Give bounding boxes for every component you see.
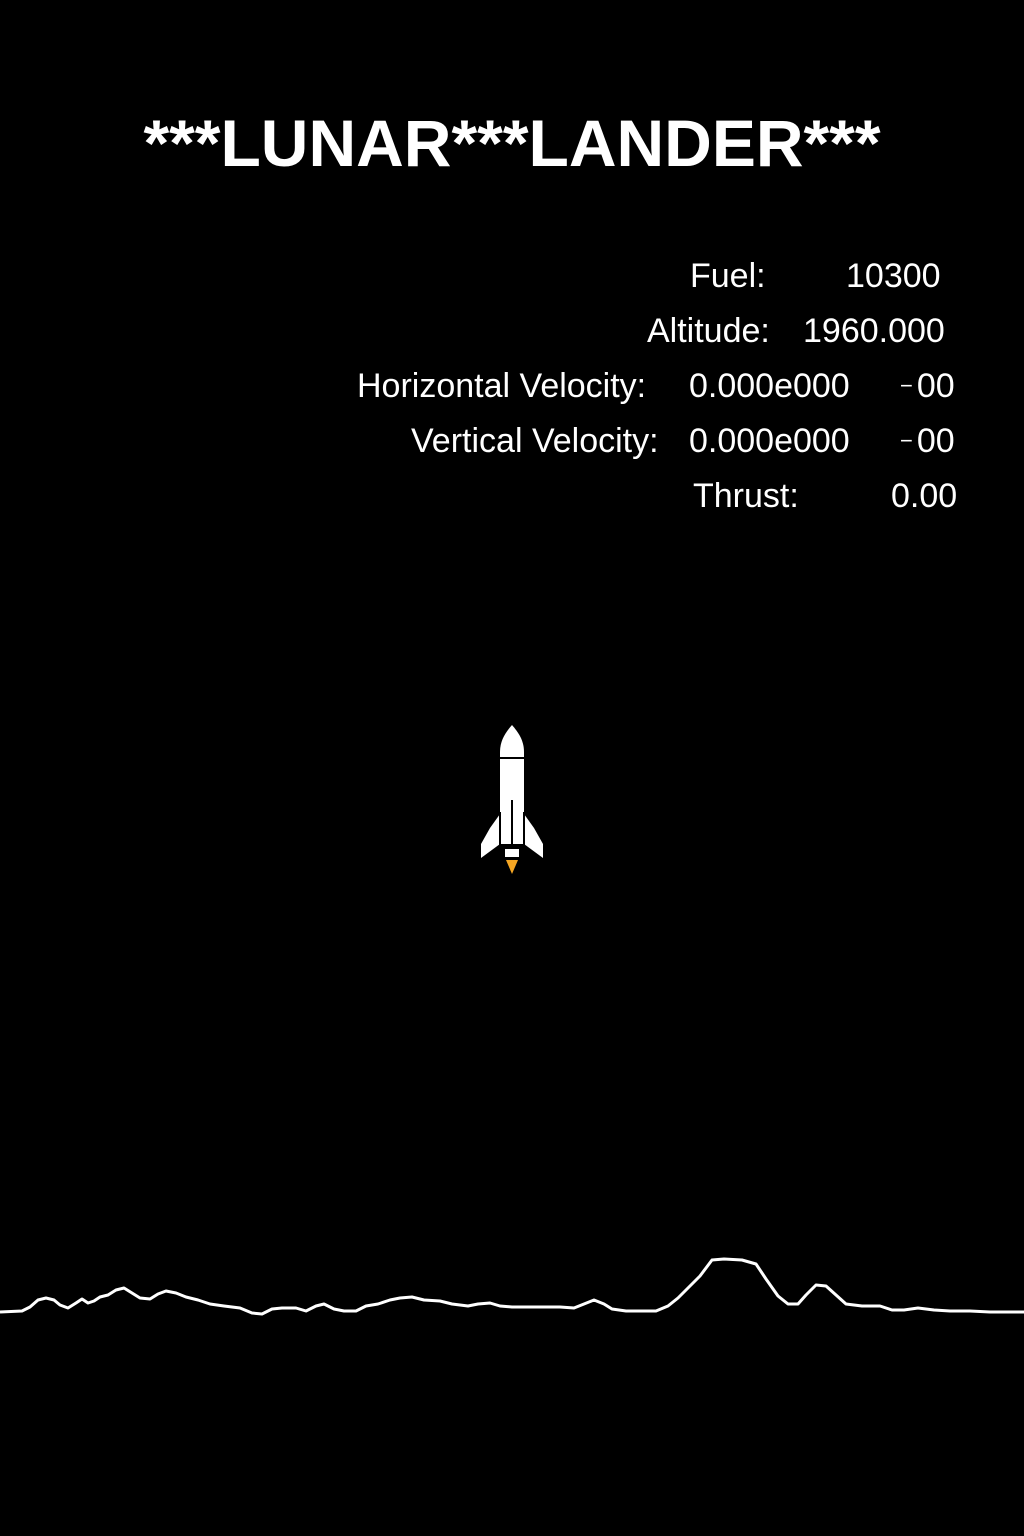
lunar-terrain — [0, 1257, 1024, 1316]
thrust-value: 0.00 — [891, 477, 958, 515]
fuel-label: Fuel: — [690, 257, 766, 295]
fuel-value: 10300 — [846, 257, 941, 295]
horizontal-velocity-value: 0.000e000 — [689, 367, 850, 405]
horizontal-velocity-exponent: −00 — [900, 367, 955, 405]
thrust-label: Thrust: — [693, 477, 799, 515]
altitude-value: 1960.000 — [803, 312, 945, 350]
vertical-velocity-exponent: −00 — [900, 422, 955, 460]
rocket-icon — [481, 725, 543, 874]
vertical-velocity-label: Vertical Velocity: — [411, 422, 659, 460]
engine-flame — [506, 860, 518, 874]
game-title: ***LUNAR***LANDER*** — [143, 106, 881, 180]
horizontal-velocity-label: Horizontal Velocity: — [357, 367, 647, 405]
vertical-velocity-value: 0.000e000 — [689, 422, 850, 460]
altitude-label: Altitude: — [647, 312, 770, 350]
